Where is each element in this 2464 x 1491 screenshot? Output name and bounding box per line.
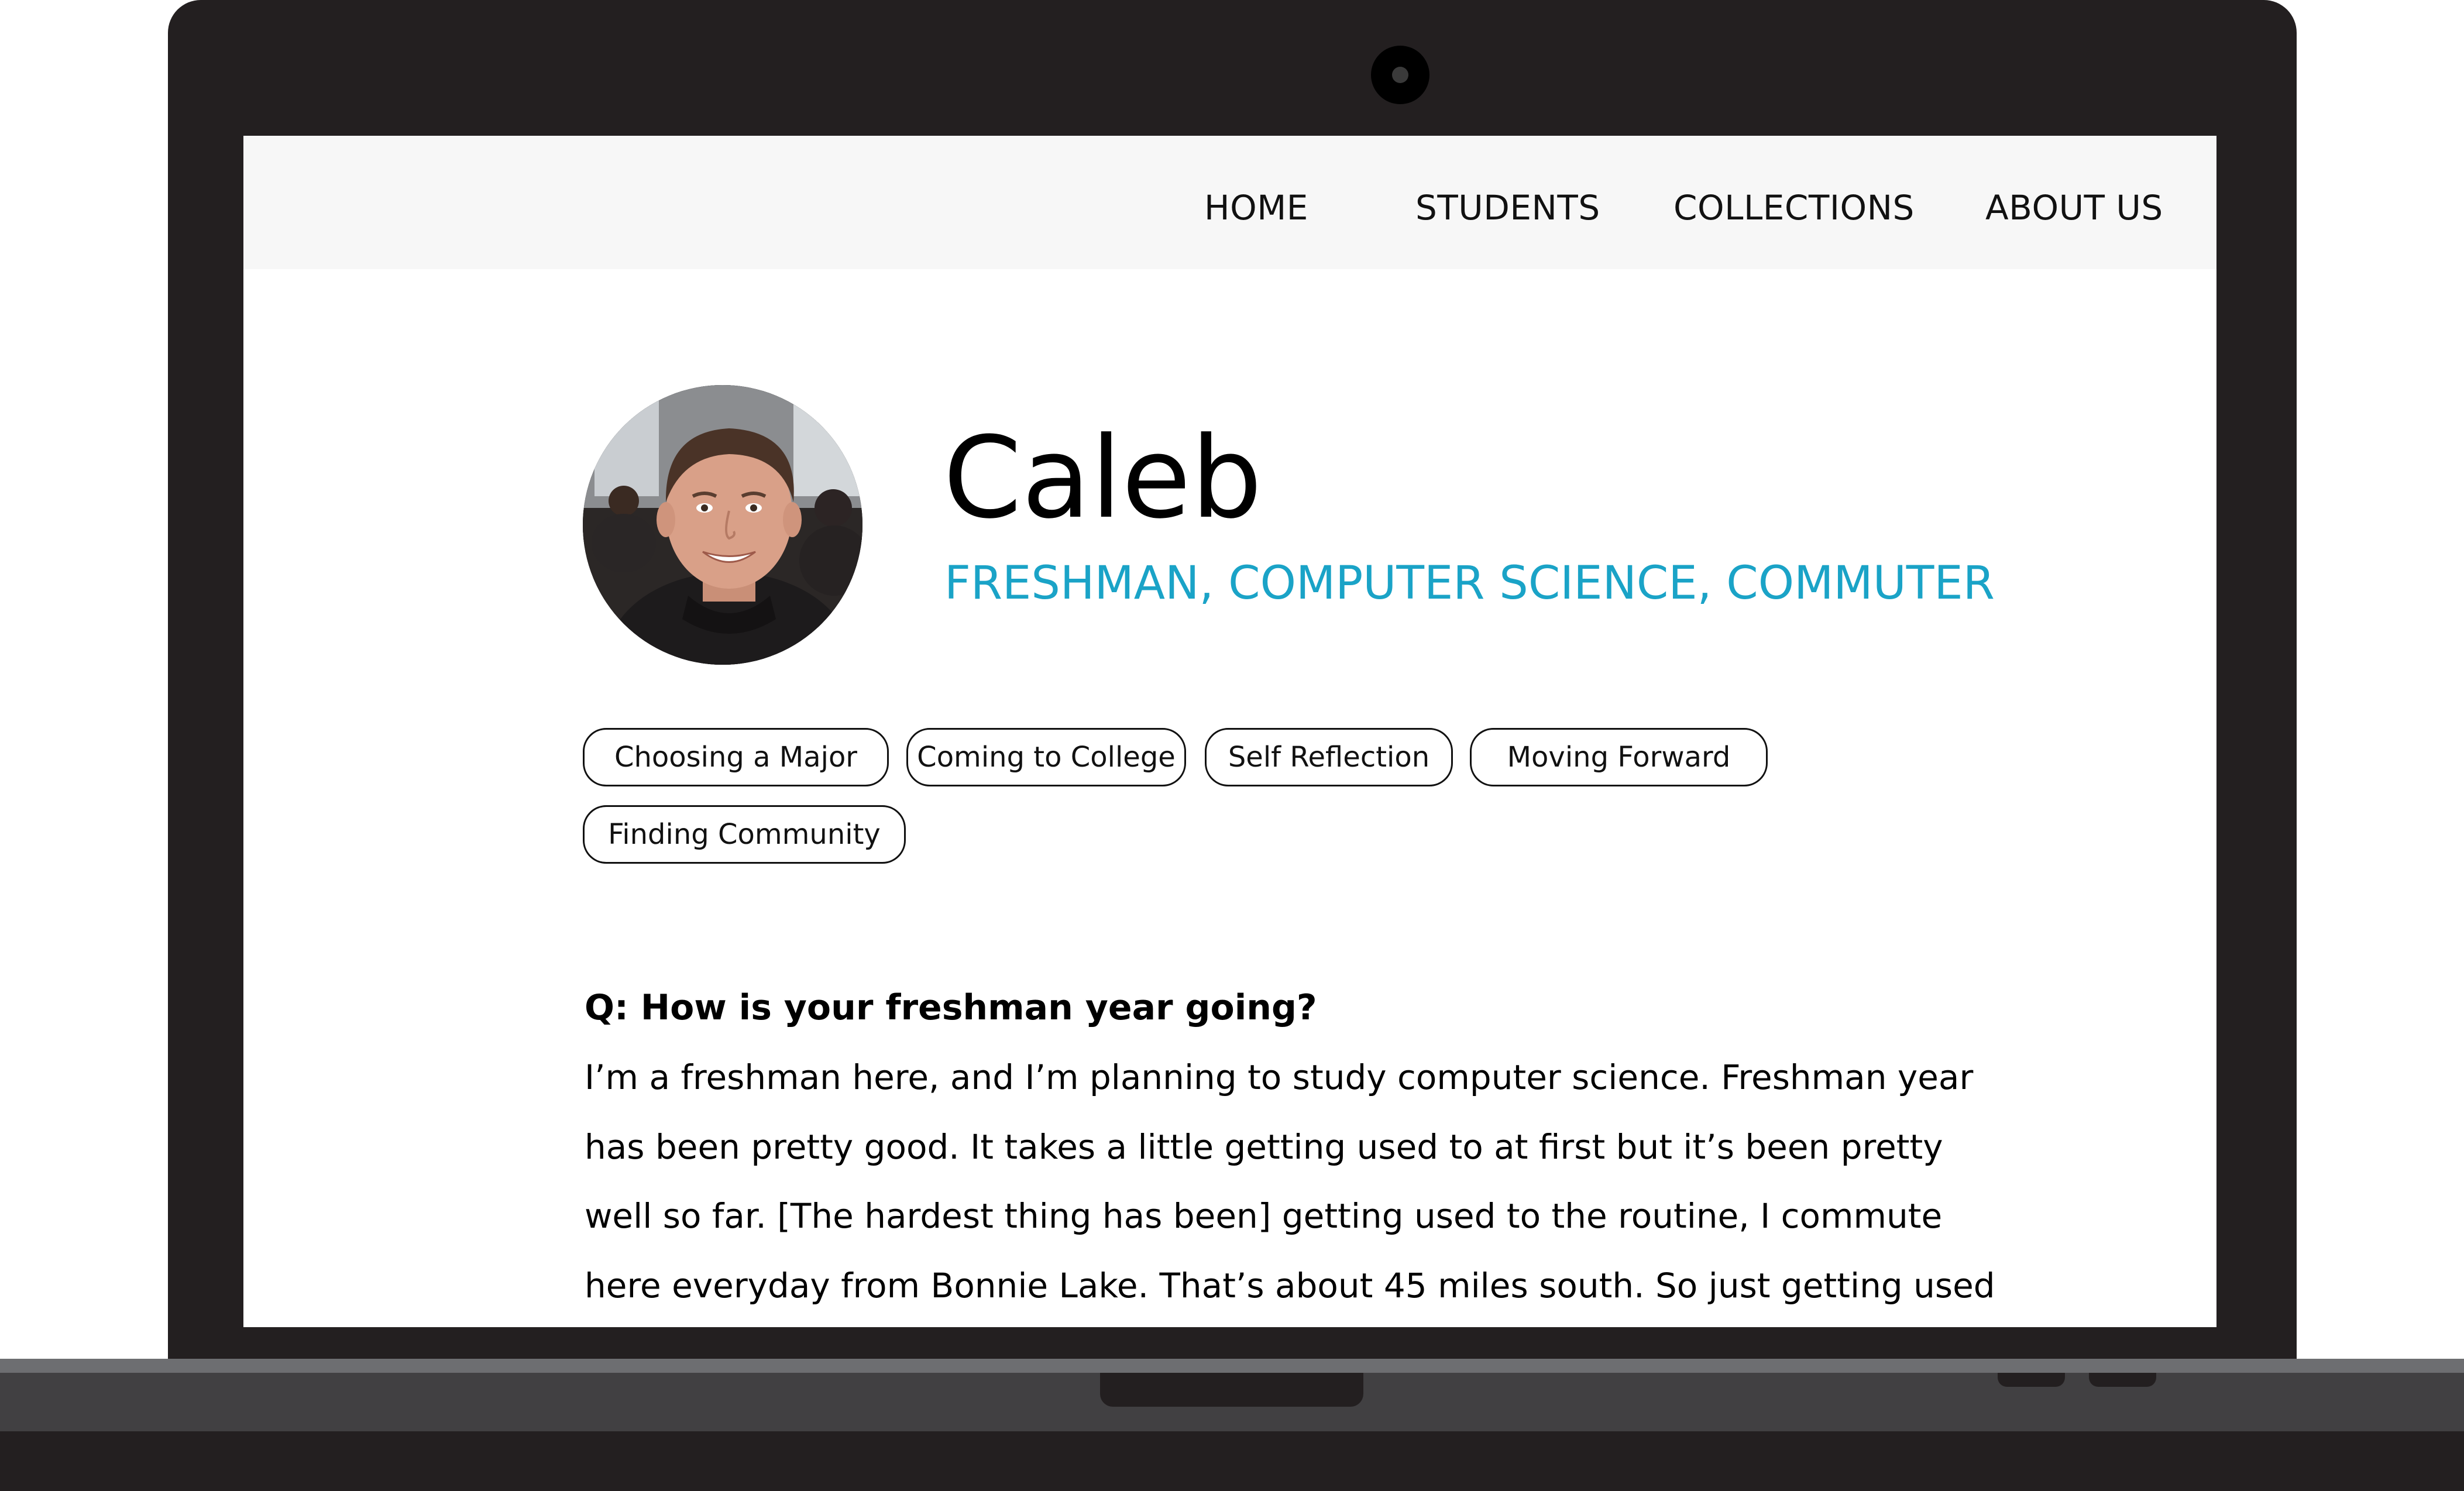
avatar-photo	[583, 385, 862, 665]
nav-about-us[interactable]: ABOUT US	[1985, 187, 2163, 228]
tag-finding-community[interactable]: Finding Community	[583, 805, 906, 864]
laptop-foot	[1998, 1373, 2065, 1387]
laptop-notch	[1100, 1373, 1363, 1407]
nav-students[interactable]: STUDENTS	[1415, 187, 1600, 228]
top-navigation: HOME STUDENTS COLLECTIONS ABOUT US	[243, 136, 2216, 269]
tag-moving-forward[interactable]: Moving Forward	[1470, 728, 1768, 786]
laptop-foot	[2089, 1373, 2156, 1387]
answer-text-line: here everyday from Bonnie Lake. That’s a…	[585, 1266, 1995, 1306]
nav-home[interactable]: HOME	[1204, 187, 1308, 228]
profile-subtitle: FRESHMAN, COMPUTER SCIENCE, COMMUTER	[944, 557, 1995, 610]
answer-text-line: well so far. [The hardest thing has been…	[585, 1196, 1943, 1236]
profile-name: Caleb	[943, 413, 1263, 544]
interview-question: Q: How is your freshman year going?	[585, 987, 1317, 1028]
avatar	[583, 385, 862, 665]
nav-collections[interactable]: COLLECTIONS	[1673, 187, 1915, 228]
laptop-base-bottom	[0, 1431, 2464, 1491]
laptop-hinge	[0, 1359, 2464, 1373]
tag-coming-to-college[interactable]: Coming to College	[906, 728, 1186, 786]
tag-choosing-a-major[interactable]: Choosing a Major	[583, 728, 889, 786]
browser-screen: HOME STUDENTS COLLECTIONS ABOUT US Caleb…	[243, 136, 2216, 1327]
tag-self-reflection[interactable]: Self Reflection	[1205, 728, 1453, 786]
answer-text-line: I’m a freshman here, and I’m planning to…	[585, 1057, 1974, 1097]
webcam-icon	[1371, 46, 1429, 104]
answer-text-line: has been pretty good. It takes a little …	[585, 1127, 1943, 1167]
